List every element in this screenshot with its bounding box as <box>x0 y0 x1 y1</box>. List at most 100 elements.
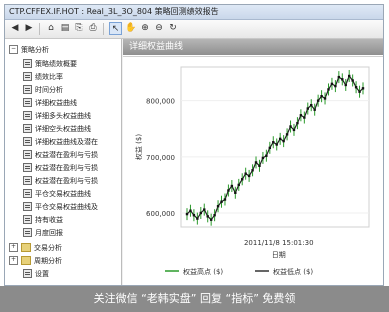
tree-item[interactable]: 月度回报 <box>23 226 63 239</box>
equity-low-point <box>327 88 330 91</box>
equity-low-point <box>278 137 282 141</box>
tree-item-label: 详细权益曲线及潜在 <box>35 137 98 146</box>
equity-low-point <box>258 164 261 168</box>
report-icon <box>23 137 32 146</box>
tree-section-label: 周期分析 <box>34 256 62 265</box>
content-pane: 详细权益曲线 600,000 700,000 800,000 权益 ($) 2011/1… <box>123 39 383 285</box>
equity-low-point <box>230 184 234 188</box>
equity-low-point <box>234 191 237 194</box>
tree-item[interactable]: 详细权益曲线及潜在 <box>23 135 98 148</box>
equity-low-point <box>216 205 220 208</box>
expand-icon[interactable]: + <box>9 256 18 265</box>
report-icon <box>23 124 32 133</box>
equity-low-point <box>203 208 206 211</box>
tree-item-label: 详细空头权益曲线 <box>35 124 91 133</box>
y-tick-label: 800,000 <box>146 98 175 106</box>
tree-item-label: 持有收益 <box>35 215 63 224</box>
report-icon <box>23 72 32 81</box>
equity-low-point <box>199 211 203 215</box>
navigation-tree: − 策略分析 策略绩效概要 绩效比率 时间分析 详细权益曲线 详细多头权益曲线 … <box>5 39 122 285</box>
tree-item[interactable]: 详细空头权益曲线 <box>23 122 91 135</box>
legend-label: 权益低点 ($) <box>273 267 313 276</box>
collapse-icon[interactable]: − <box>9 45 18 54</box>
tree-section-label: 设置 <box>35 269 49 278</box>
tree-root[interactable]: − 策略分析 <box>9 43 49 56</box>
equity-low-point <box>341 78 344 81</box>
report-icon <box>23 85 32 94</box>
equity-low-point <box>358 90 361 93</box>
equity-low-point <box>320 94 323 98</box>
settings-icon <box>23 269 32 278</box>
x-tick-label: 2011/11/8 15:01:30 <box>244 239 314 247</box>
equity-low-point <box>361 87 365 90</box>
tree-item[interactable]: 时间分析 <box>23 83 63 96</box>
zoom-in-icon[interactable]: ⊕ <box>139 22 151 34</box>
tree-item[interactable]: 持有收益 <box>23 213 63 226</box>
tree-item-label: 平仓交易权益曲线 <box>35 189 91 198</box>
y-tick-label: 600,000 <box>146 210 175 218</box>
equity-low-point <box>310 103 313 107</box>
tree-item[interactable]: 权益潜在盈利与亏损 <box>23 148 98 161</box>
equity-low-point <box>209 218 213 221</box>
equity-low-point <box>323 97 327 100</box>
print-icon[interactable]: ⎙ <box>87 22 99 34</box>
back-icon[interactable]: ◀ <box>9 22 21 34</box>
equity-low-point <box>347 74 351 78</box>
equity-low-point <box>185 212 189 216</box>
tree-item-label: 策略绩效概要 <box>35 59 77 68</box>
tree-item[interactable]: 绩效比率 <box>23 70 63 83</box>
equity-low-point <box>220 200 223 203</box>
equity-low-point <box>296 121 299 125</box>
copy-icon[interactable]: ⎘ <box>73 22 85 34</box>
folder-icon <box>21 256 31 265</box>
tree-item[interactable]: 详细权益曲线 <box>23 96 77 109</box>
toolbar-separator <box>103 23 104 35</box>
equity-low-point <box>223 198 227 201</box>
forward-icon[interactable]: ▶ <box>23 22 35 34</box>
tree-item[interactable]: 平仓交易权益曲线 <box>23 187 91 200</box>
panel-title: 详细权益曲线 <box>123 39 383 55</box>
report-icon <box>23 228 32 237</box>
report-icon <box>23 111 32 120</box>
equity-low-point <box>351 79 354 82</box>
tree-section[interactable]: + 交易分析 <box>9 241 62 254</box>
equity-low-point <box>334 84 337 88</box>
equity-low-point <box>354 86 358 89</box>
cursor-icon[interactable]: ↖ <box>109 22 122 35</box>
equity-low-point <box>303 116 306 119</box>
home-icon[interactable]: ⌂ <box>45 22 57 34</box>
tree-item-label: 平仓交易权益曲线及 <box>35 202 98 211</box>
equity-low-point <box>237 183 240 187</box>
tree-item[interactable]: 权益潜在盈利与亏损 <box>23 174 98 187</box>
tree-section[interactable]: 设置 <box>23 267 49 280</box>
tree-item[interactable]: 策略绩效概要 <box>23 57 77 70</box>
expand-icon[interactable]: + <box>9 243 18 252</box>
equity-low-point <box>251 169 254 172</box>
tree-item-label: 时间分析 <box>35 85 63 94</box>
promo-banner-text: 关注微信 “老韩实盘” 回复 “指标” 免费领 <box>93 292 296 305</box>
y-axis-label: 权益 ($) <box>134 134 143 160</box>
equity-low-point <box>206 215 209 218</box>
tree-item[interactable]: 详细多头权益曲线 <box>23 109 91 122</box>
report-icon <box>23 163 32 172</box>
toolbar-separator <box>39 23 40 35</box>
save-icon[interactable]: ▤ <box>59 22 71 34</box>
tree-item[interactable]: 权益潜在盈利与亏损 <box>23 161 98 174</box>
refresh-icon[interactable]: ↻ <box>167 22 179 34</box>
equity-low-point <box>265 154 268 157</box>
hand-icon[interactable]: ✋ <box>125 22 137 34</box>
equity-low-point <box>192 214 196 217</box>
tree-item-label: 权益潜在盈利与亏损 <box>35 150 98 159</box>
tree-item-label: 权益潜在盈利与亏损 <box>35 176 98 185</box>
report-icon <box>23 59 32 68</box>
zoom-out-icon[interactable]: ⊖ <box>153 22 165 34</box>
tree-item[interactable]: 平仓交易权益曲线及 <box>23 200 98 213</box>
tree-item-label: 月度回报 <box>35 228 63 237</box>
equity-low-point <box>330 82 334 86</box>
tree-item-label: 绩效比率 <box>35 72 63 81</box>
equity-low-point <box>261 156 265 160</box>
equity-low-point <box>254 161 258 164</box>
equity-low-point <box>227 189 230 192</box>
tree-item-label: 详细多头权益曲线 <box>35 111 91 120</box>
tree-section[interactable]: + 周期分析 <box>9 254 62 267</box>
